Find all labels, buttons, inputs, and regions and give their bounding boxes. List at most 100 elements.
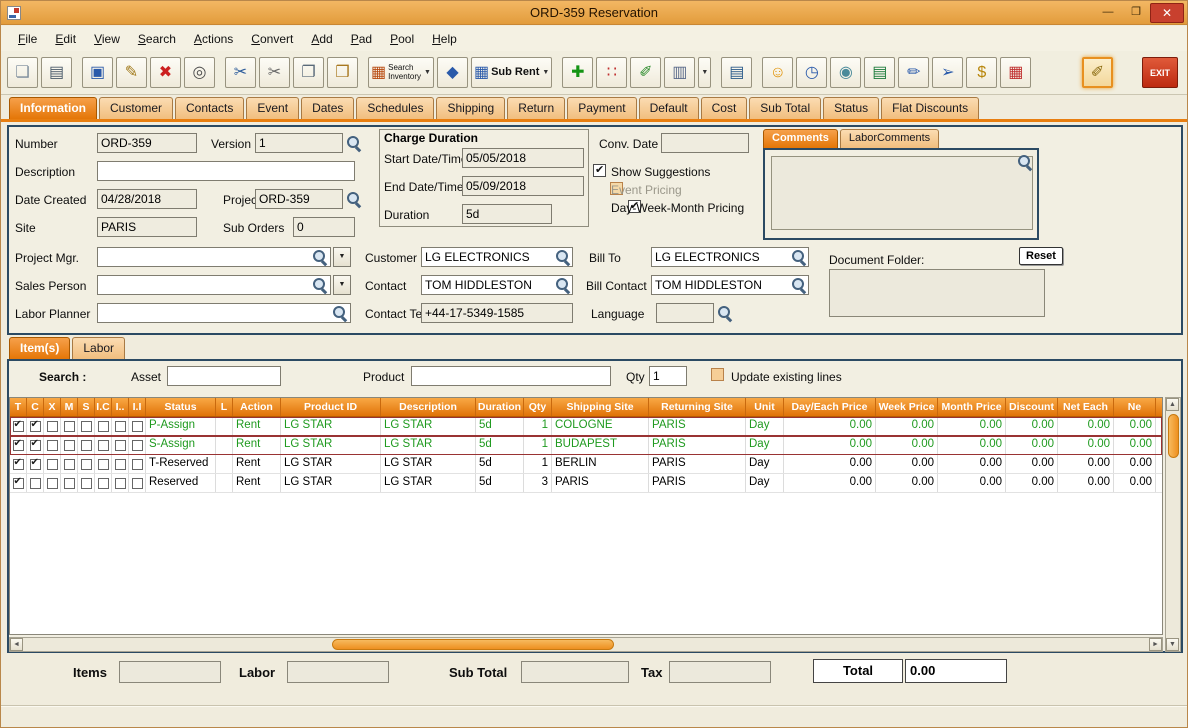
column-header-i-i[interactable]: I.I (129, 398, 146, 416)
cell-l[interactable] (216, 474, 233, 492)
row-check-cell[interactable] (95, 417, 112, 435)
cell-status[interactable]: S-Assign (146, 436, 216, 454)
cell-unit[interactable]: Day (746, 417, 784, 435)
scroll-left-icon[interactable]: ◄ (10, 638, 23, 651)
menu-pad[interactable]: Pad (342, 29, 381, 49)
cell-day-each-price[interactable]: 0.00 (784, 474, 876, 492)
row-checkbox[interactable] (46, 458, 58, 470)
cell-qty[interactable]: 1 (524, 417, 552, 435)
cell-month-price[interactable]: 0.00 (938, 474, 1006, 492)
row-check-cell[interactable] (44, 474, 61, 492)
number-field[interactable]: ORD-359 (97, 133, 197, 153)
row-check-cell[interactable] (27, 436, 44, 454)
print-button[interactable]: ▤ (41, 57, 72, 88)
cut-button[interactable]: ✂ (259, 57, 290, 88)
vertical-scroll-thumb[interactable] (1167, 414, 1179, 458)
column-header-returning-site[interactable]: Returning Site (649, 398, 746, 416)
tab-sub-total[interactable]: Sub Total (749, 97, 822, 119)
row-check-cell[interactable] (129, 417, 146, 435)
column-header-c[interactable]: C (27, 398, 44, 416)
cell-returning-site[interactable]: PARIS (649, 417, 746, 435)
row-checkbox[interactable] (29, 438, 41, 451)
row-checkbox[interactable] (97, 439, 109, 451)
cell-day-each-price[interactable]: 0.00 (784, 455, 876, 473)
row-checkbox[interactable] (46, 477, 58, 489)
row-checkbox[interactable] (114, 439, 126, 451)
cell-qty[interactable]: 1 (524, 455, 552, 473)
row-check-cell[interactable] (61, 417, 78, 435)
cell-month-price[interactable]: 0.00 (938, 417, 1006, 435)
tab-schedules[interactable]: Schedules (356, 97, 435, 119)
row-check-cell[interactable] (129, 436, 146, 454)
vertical-scrollbar[interactable]: ▲ ▼ (1165, 397, 1181, 652)
books-button[interactable]: ▤ (864, 57, 896, 88)
column-header-description[interactable]: Description (381, 398, 476, 416)
project-search-icon[interactable] (346, 191, 361, 206)
row-checkbox[interactable] (12, 438, 24, 451)
tab-payment[interactable]: Payment (567, 97, 637, 119)
row-checkbox[interactable] (97, 420, 109, 432)
column-header-x[interactable]: X (44, 398, 61, 416)
tab-default[interactable]: Default (638, 97, 699, 119)
key-button[interactable]: ➢ (932, 57, 964, 88)
cell-duration[interactable]: 5d (476, 455, 524, 473)
spheres-button[interactable]: ∷ (596, 57, 628, 88)
row-checkbox[interactable] (131, 439, 143, 451)
column-header-i[interactable]: I.. (112, 398, 129, 416)
row-checkbox[interactable] (97, 477, 109, 489)
row-check-cell[interactable] (129, 455, 146, 473)
column-header-day-each-price[interactable]: Day/Each Price (784, 398, 876, 416)
table-row[interactable]: T-ReservedRentLG STARLG STAR5d1BERLINPAR… (10, 455, 1162, 474)
cell-description[interactable]: LG STAR (381, 417, 476, 435)
cd-button[interactable]: ◉ (830, 57, 862, 88)
row-check-cell[interactable] (10, 474, 27, 492)
column-header-i-c[interactable]: I.C (95, 398, 112, 416)
row-checkbox[interactable] (114, 477, 126, 489)
row-check-cell[interactable] (10, 436, 27, 454)
horizontal-scroll-thumb[interactable] (332, 639, 614, 650)
search-inventory-button[interactable]: ▦ Search Inventory ▼ (368, 57, 434, 88)
row-checkbox[interactable] (12, 419, 24, 432)
cell-week-price[interactable]: 0.00 (876, 436, 938, 454)
cell-qty[interactable]: 3 (524, 474, 552, 492)
money-button[interactable]: $ (966, 57, 998, 88)
cell-shipping-site[interactable]: COLOGNE (552, 417, 649, 435)
cell-duration[interactable]: 5d (476, 474, 524, 492)
row-check-cell[interactable] (27, 455, 44, 473)
labor-planner-search-icon[interactable] (332, 305, 347, 320)
menu-add[interactable]: Add (302, 29, 341, 49)
tab-contacts[interactable]: Contacts (175, 97, 245, 119)
row-checkbox[interactable] (46, 439, 58, 451)
row-checkbox[interactable] (46, 420, 58, 432)
pour-button[interactable]: ◆ (436, 57, 468, 88)
cell-product-id[interactable]: LG STAR (281, 417, 381, 435)
tab-flat-discounts[interactable]: Flat Discounts (881, 97, 980, 119)
row-check-cell[interactable] (27, 417, 44, 435)
cell-description[interactable]: LG STAR (381, 436, 476, 454)
comments-textarea[interactable] (771, 156, 1033, 230)
column-header-duration[interactable]: Duration (476, 398, 524, 416)
customer-search-icon[interactable] (555, 249, 570, 264)
qty-input[interactable]: 1 (649, 366, 687, 386)
cell-description[interactable]: LG STAR (381, 455, 476, 473)
save-button[interactable]: ▣ (82, 57, 113, 88)
cell-status[interactable]: P-Assign (146, 417, 216, 435)
tab-customer[interactable]: Customer (99, 97, 174, 119)
column-header-status[interactable]: Status (146, 398, 216, 416)
column-header-t[interactable]: T (10, 398, 27, 416)
tab-return[interactable]: Return (507, 97, 566, 119)
sales-person-dropdown[interactable]: ▼ (333, 275, 351, 295)
cell-product-id[interactable]: LG STAR (281, 436, 381, 454)
cell-duration[interactable]: 5d (476, 436, 524, 454)
update-existing-lines-checkbox[interactable] (711, 368, 724, 381)
delete-button[interactable]: ✖ (150, 57, 181, 88)
write-note-button[interactable]: ✏ (898, 57, 930, 88)
cell-unit[interactable]: Day (746, 436, 784, 454)
cell-net-each[interactable]: 0.00 (1058, 474, 1114, 492)
column-header-week-price[interactable]: Week Price (876, 398, 938, 416)
row-checkbox[interactable] (97, 458, 109, 470)
cell-week-price[interactable]: 0.00 (876, 417, 938, 435)
row-check-cell[interactable] (61, 455, 78, 473)
row-checkbox[interactable] (80, 477, 92, 489)
date-created-field[interactable]: 04/28/2018 (97, 189, 197, 209)
